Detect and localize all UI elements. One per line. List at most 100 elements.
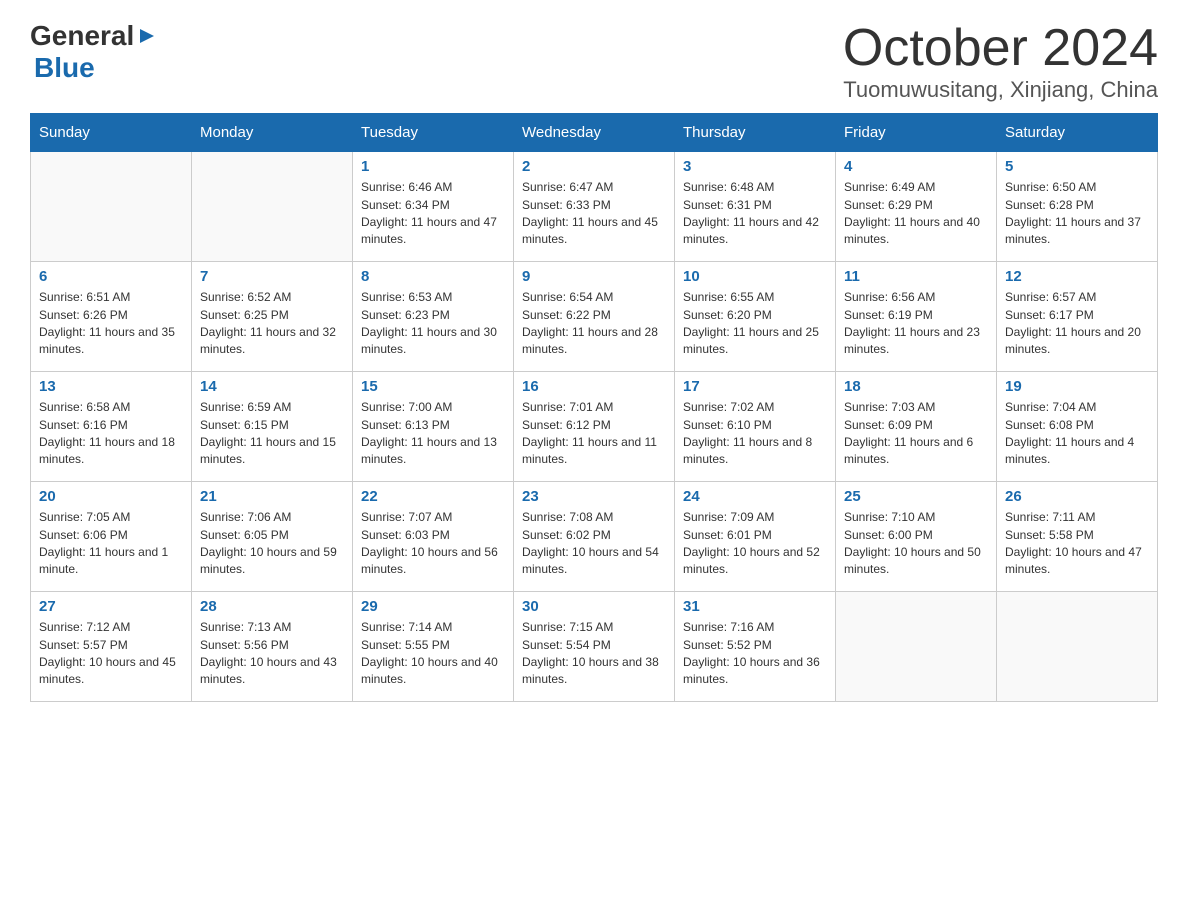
calendar-table: SundayMondayTuesdayWednesdayThursdayFrid… [30, 113, 1158, 702]
day-info: Sunrise: 6:59 AMSunset: 6:15 PMDaylight:… [200, 399, 344, 469]
day-info: Sunrise: 7:14 AMSunset: 5:55 PMDaylight:… [361, 619, 505, 689]
day-info: Sunrise: 7:00 AMSunset: 6:13 PMDaylight:… [361, 399, 505, 469]
calendar-cell [836, 592, 997, 702]
day-info: Sunrise: 7:11 AMSunset: 5:58 PMDaylight:… [1005, 509, 1149, 579]
calendar-cell: 14 Sunrise: 6:59 AMSunset: 6:15 PMDayligh… [192, 372, 353, 482]
calendar-cell: 24 Sunrise: 7:09 AMSunset: 6:01 PMDayligh… [675, 482, 836, 592]
calendar-cell: 3 Sunrise: 6:48 AMSunset: 6:31 PMDaylight… [675, 152, 836, 262]
day-info: Sunrise: 7:07 AMSunset: 6:03 PMDaylight:… [361, 509, 505, 579]
calendar-cell: 21 Sunrise: 7:06 AMSunset: 6:05 PMDayligh… [192, 482, 353, 592]
calendar-cell [31, 152, 192, 262]
calendar-cell [997, 592, 1158, 702]
calendar-cell: 10 Sunrise: 6:55 AMSunset: 6:20 PMDayligh… [675, 262, 836, 372]
day-info: Sunrise: 6:51 AMSunset: 6:26 PMDaylight:… [39, 289, 183, 359]
calendar-cell: 27 Sunrise: 7:12 AMSunset: 5:57 PMDayligh… [31, 592, 192, 702]
calendar-cell: 6Sunrise: 6:51 AMSunset: 6:26 PMDaylight… [31, 262, 192, 372]
calendar-cell: 4Sunrise: 6:49 AMSunset: 6:29 PMDaylight… [836, 152, 997, 262]
day-info: Sunrise: 7:09 AMSunset: 6:01 PMDaylight:… [683, 509, 827, 579]
day-info: Sunrise: 7:02 AMSunset: 6:10 PMDaylight:… [683, 399, 827, 469]
day-info: Sunrise: 7:01 AMSunset: 6:12 PMDaylight:… [522, 399, 666, 469]
day-info: Sunrise: 6:57 AMSunset: 6:17 PMDaylight:… [1005, 289, 1149, 359]
calendar-week-row: 6Sunrise: 6:51 AMSunset: 6:26 PMDaylight… [31, 262, 1158, 372]
day-info: Sunrise: 7:06 AMSunset: 6:05 PMDaylight:… [200, 509, 344, 579]
calendar-cell: 5 Sunrise: 6:50 AMSunset: 6:28 PMDaylight… [997, 152, 1158, 262]
day-info: Sunrise: 6:54 AMSunset: 6:22 PMDaylight:… [522, 289, 666, 359]
calendar-cell: 8Sunrise: 6:53 AMSunset: 6:23 PMDaylight… [353, 262, 514, 372]
day-number: 24 [683, 488, 827, 505]
day-number: 12 [1005, 268, 1149, 285]
day-number: 11 [844, 268, 988, 285]
day-info: Sunrise: 6:58 AMSunset: 6:16 PMDaylight:… [39, 399, 183, 469]
day-number: 19 [1005, 378, 1149, 395]
day-info: Sunrise: 6:52 AMSunset: 6:25 PMDaylight:… [200, 289, 344, 359]
calendar-cell: 23 Sunrise: 7:08 AMSunset: 6:02 PMDayligh… [514, 482, 675, 592]
calendar-week-row: 13 Sunrise: 6:58 AMSunset: 6:16 PMDayligh… [31, 372, 1158, 482]
day-info: Sunrise: 7:05 AMSunset: 6:06 PMDaylight:… [39, 509, 183, 579]
weekday-header: Monday [192, 114, 353, 152]
day-info: Sunrise: 7:13 AMSunset: 5:56 PMDaylight:… [200, 619, 344, 689]
logo-arrow-icon [138, 27, 156, 50]
day-number: 21 [200, 488, 344, 505]
day-number: 23 [522, 488, 666, 505]
day-number: 14 [200, 378, 344, 395]
month-title: October 2024 [843, 20, 1158, 77]
day-number: 17 [683, 378, 827, 395]
day-number: 26 [1005, 488, 1149, 505]
logo: General Blue [30, 20, 156, 84]
day-info: Sunrise: 6:48 AMSunset: 6:31 PMDaylight:… [683, 179, 827, 249]
day-info: Sunrise: 7:15 AMSunset: 5:54 PMDaylight:… [522, 619, 666, 689]
day-number: 8 [361, 268, 505, 285]
day-info: Sunrise: 7:08 AMSunset: 6:02 PMDaylight:… [522, 509, 666, 579]
day-info: Sunrise: 7:04 AMSunset: 6:08 PMDaylight:… [1005, 399, 1149, 469]
day-number: 25 [844, 488, 988, 505]
day-number: 20 [39, 488, 183, 505]
day-info: Sunrise: 6:46 AMSunset: 6:34 PMDaylight:… [361, 179, 505, 249]
weekday-header: Sunday [31, 114, 192, 152]
day-number: 9 [522, 268, 666, 285]
day-number: 3 [683, 158, 827, 175]
day-number: 31 [683, 598, 827, 615]
day-info: Sunrise: 7:16 AMSunset: 5:52 PMDaylight:… [683, 619, 827, 689]
day-number: 28 [200, 598, 344, 615]
day-number: 2 [522, 158, 666, 175]
day-info: Sunrise: 7:12 AMSunset: 5:57 PMDaylight:… [39, 619, 183, 689]
calendar-cell: 31 Sunrise: 7:16 AMSunset: 5:52 PMDayligh… [675, 592, 836, 702]
day-number: 16 [522, 378, 666, 395]
calendar-header-row: SundayMondayTuesdayWednesdayThursdayFrid… [31, 114, 1158, 152]
day-number: 13 [39, 378, 183, 395]
weekday-header: Tuesday [353, 114, 514, 152]
calendar-week-row: 1Sunrise: 6:46 AMSunset: 6:34 PMDaylight… [31, 152, 1158, 262]
calendar-cell: 29 Sunrise: 7:14 AMSunset: 5:55 PMDayligh… [353, 592, 514, 702]
day-number: 15 [361, 378, 505, 395]
calendar-cell: 22 Sunrise: 7:07 AMSunset: 6:03 PMDayligh… [353, 482, 514, 592]
calendar-cell: 30 Sunrise: 7:15 AMSunset: 5:54 PMDayligh… [514, 592, 675, 702]
location: Tuomuwusitang, Xinjiang, China [843, 77, 1158, 103]
day-info: Sunrise: 6:55 AMSunset: 6:20 PMDaylight:… [683, 289, 827, 359]
day-info: Sunrise: 6:50 AMSunset: 6:28 PMDaylight:… [1005, 179, 1149, 249]
calendar-cell: 1Sunrise: 6:46 AMSunset: 6:34 PMDaylight… [353, 152, 514, 262]
day-number: 10 [683, 268, 827, 285]
day-info: Sunrise: 6:49 AMSunset: 6:29 PMDaylight:… [844, 179, 988, 249]
calendar-cell: 28 Sunrise: 7:13 AMSunset: 5:56 PMDayligh… [192, 592, 353, 702]
logo-general-text: General [30, 20, 134, 52]
title-section: October 2024 Tuomuwusitang, Xinjiang, Ch… [843, 20, 1158, 103]
day-number: 30 [522, 598, 666, 615]
day-number: 29 [361, 598, 505, 615]
weekday-header: Friday [836, 114, 997, 152]
day-number: 22 [361, 488, 505, 505]
calendar-cell: 2Sunrise: 6:47 AMSunset: 6:33 PMDaylight… [514, 152, 675, 262]
calendar-cell: 13 Sunrise: 6:58 AMSunset: 6:16 PMDayligh… [31, 372, 192, 482]
calendar-cell: 20 Sunrise: 7:05 AMSunset: 6:06 PMDayligh… [31, 482, 192, 592]
logo-blue-text: Blue [34, 52, 95, 83]
calendar-cell: 11Sunrise: 6:56 AMSunset: 6:19 PMDayligh… [836, 262, 997, 372]
day-number: 5 [1005, 158, 1149, 175]
calendar-cell: 9 Sunrise: 6:54 AMSunset: 6:22 PMDaylight… [514, 262, 675, 372]
day-number: 27 [39, 598, 183, 615]
calendar-cell: 18Sunrise: 7:03 AMSunset: 6:09 PMDayligh… [836, 372, 997, 482]
calendar-cell: 12 Sunrise: 6:57 AMSunset: 6:17 PMDayligh… [997, 262, 1158, 372]
calendar-cell: 16 Sunrise: 7:01 AMSunset: 6:12 PMDayligh… [514, 372, 675, 482]
calendar-cell [192, 152, 353, 262]
day-info: Sunrise: 7:03 AMSunset: 6:09 PMDaylight:… [844, 399, 988, 469]
weekday-header: Wednesday [514, 114, 675, 152]
page-header: General Blue October 2024 Tuomuwusitang,… [30, 20, 1158, 103]
